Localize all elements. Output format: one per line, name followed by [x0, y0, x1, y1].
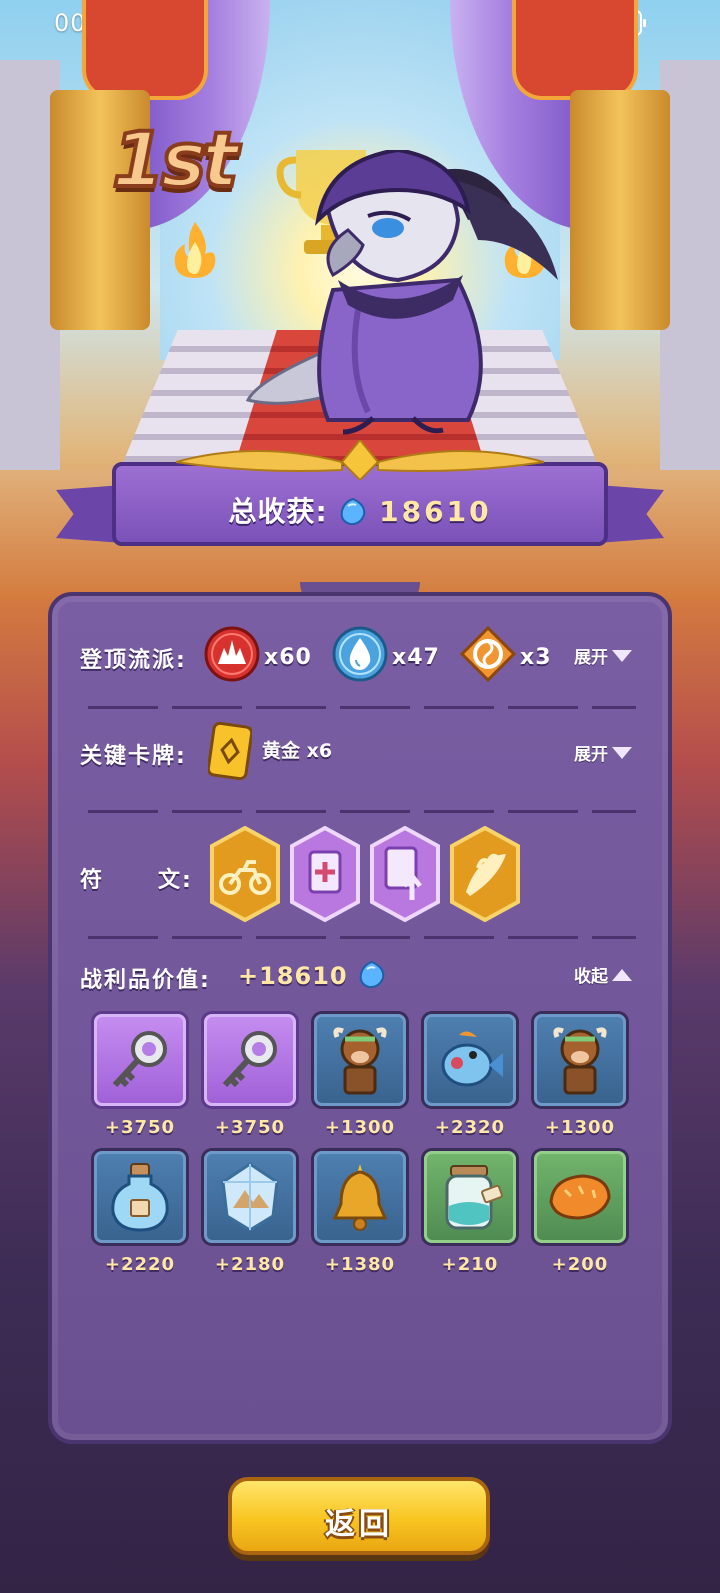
water-drop-icon — [332, 626, 388, 682]
swirl-flame-icon — [460, 626, 516, 682]
divider — [88, 936, 636, 939]
potion-bottle-icon — [111, 1163, 169, 1232]
loot-item[interactable] — [314, 1151, 406, 1243]
loot-item-value: +200 — [551, 1254, 609, 1275]
bread-icon — [549, 1174, 611, 1220]
expand-top-style-button[interactable]: 展开 — [574, 643, 632, 668]
loot-item[interactable] — [94, 1151, 186, 1243]
chevron-down-icon — [612, 650, 632, 662]
loot-item[interactable] — [94, 1014, 186, 1106]
loot-item[interactable] — [314, 1014, 406, 1106]
water-drop-count: x47 — [392, 645, 440, 670]
chevron-down-icon — [612, 747, 632, 759]
gem-icon — [359, 960, 385, 989]
key-icon — [222, 1031, 277, 1088]
loot-item-value: +2180 — [214, 1254, 286, 1275]
gem-icon — [341, 497, 366, 526]
torch-flame-icon — [174, 222, 216, 278]
loot-item[interactable] — [534, 1151, 626, 1243]
bull-totem-icon — [553, 1027, 607, 1095]
pufferfish-icon — [441, 1031, 503, 1087]
chili-flame-rune-icon[interactable] — [448, 826, 522, 922]
gold-card-icon[interactable] — [208, 722, 252, 780]
loot-item[interactable] — [424, 1151, 516, 1243]
key-icon — [112, 1031, 167, 1088]
claw-burst-icon — [204, 626, 260, 682]
loot-item-value: +2320 — [434, 1117, 506, 1138]
loot-item-value: +1300 — [324, 1117, 396, 1138]
hero-character — [245, 150, 558, 435]
loot-item[interactable] — [204, 1151, 296, 1243]
loot-item[interactable] — [424, 1014, 516, 1106]
divider — [88, 706, 636, 709]
chevron-up-icon — [612, 969, 632, 981]
loot-item-value: +1300 — [544, 1117, 616, 1138]
heal-card-rune-icon[interactable] — [288, 826, 362, 922]
banner-left — [82, 0, 208, 100]
motorcycle-rune-icon[interactable] — [208, 826, 282, 922]
expand-key-cards-button[interactable]: 展开 — [574, 740, 632, 765]
loot-label: 战利品价值: — [80, 968, 211, 993]
loot-item-value: +3750 — [104, 1117, 176, 1138]
jar-icon — [445, 1165, 503, 1230]
pillar-right — [570, 90, 670, 330]
total-harvest-banner: 总收获: 18610 — [56, 440, 664, 570]
crystal-icon — [221, 1162, 279, 1232]
loot-item-value: +3750 — [214, 1117, 286, 1138]
runes-label-left: 符 — [80, 868, 105, 893]
collapse-loot-button[interactable]: 收起 — [574, 962, 632, 987]
loot-item-value: +2220 — [104, 1254, 176, 1275]
rank-badge: 1st — [110, 113, 240, 206]
divider — [88, 810, 636, 813]
key-cards-label: 关键卡牌: — [80, 744, 187, 769]
loot-item-value: +210 — [441, 1254, 499, 1275]
banner-right — [512, 0, 638, 100]
top-style-label: 登顶流派: — [80, 648, 187, 673]
card-upgrade-rune-icon[interactable] — [368, 826, 442, 922]
return-button[interactable]: 返回 — [228, 1477, 490, 1555]
total-label: 总收获: — [228, 495, 328, 528]
loot-item-value: +1380 — [324, 1254, 396, 1275]
total-value: 18610 — [379, 495, 492, 528]
loot-item[interactable] — [204, 1014, 296, 1106]
expand-label: 展开 — [574, 648, 608, 668]
expand-label: 展开 — [574, 745, 608, 765]
gold-wings-icon — [175, 440, 545, 480]
return-button-label: 返回 — [325, 1507, 393, 1542]
claw-burst-count: x60 — [264, 645, 312, 670]
card-name: 黄金 x6 — [262, 740, 333, 762]
loot-item[interactable] — [534, 1014, 626, 1106]
total-harvest-text: 总收获: 18610 — [56, 490, 664, 530]
runes-label-right: 文: — [158, 868, 193, 893]
collapse-label: 收起 — [574, 967, 608, 987]
bell-icon — [332, 1164, 388, 1231]
swirl-flame-count: x3 — [520, 645, 552, 670]
bull-totem-icon — [333, 1027, 387, 1095]
loot-value: +18610 — [238, 960, 387, 990]
